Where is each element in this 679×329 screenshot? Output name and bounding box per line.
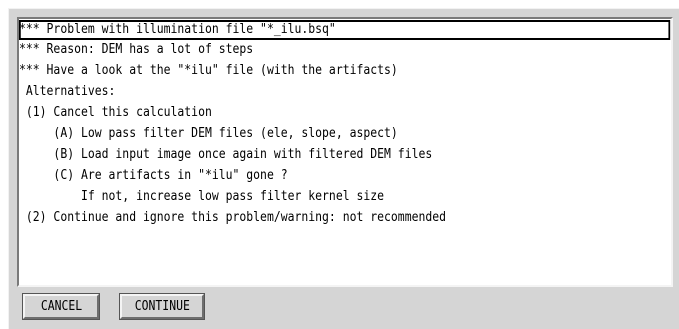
- message-line-option-a[interactable]: (A) Low pass filter DEM files (ele, slop…: [19, 124, 397, 144]
- message-line-look[interactable]: *** Have a look at the "*ilu" file (with…: [19, 61, 398, 81]
- message-line-kernel[interactable]: If not, increase low pass filter kernel …: [19, 187, 384, 207]
- message-line-option-2[interactable]: (2) Continue and ignore this problem/war…: [19, 208, 446, 228]
- continue-button[interactable]: CONTINUE: [119, 293, 205, 320]
- message-line-reason[interactable]: *** Reason: DEM has a lot of steps: [19, 40, 253, 60]
- message-line-option-c[interactable]: (C) Are artifacts in "*ilu" gone ?: [19, 166, 287, 186]
- continue-button-label: CONTINUE: [134, 299, 190, 314]
- warning-dialog: *** Problem with illumination file "*_il…: [8, 8, 679, 329]
- cancel-button-label: CANCEL: [40, 299, 82, 314]
- message-line-option-b[interactable]: (B) Load input image once again with fil…: [19, 145, 432, 165]
- message-line-option-1[interactable]: (1) Cancel this calculation: [19, 103, 212, 123]
- cancel-button[interactable]: CANCEL: [22, 293, 100, 320]
- message-list[interactable]: *** Problem with illumination file "*_il…: [17, 17, 673, 287]
- message-line-alternatives[interactable]: Alternatives:: [19, 82, 116, 102]
- message-line-problem[interactable]: *** Problem with illumination file "*_il…: [19, 20, 671, 40]
